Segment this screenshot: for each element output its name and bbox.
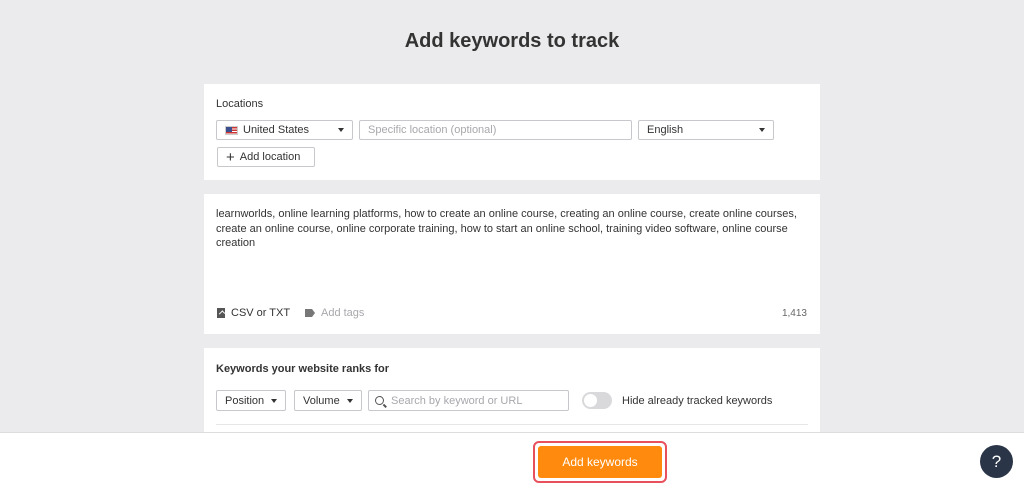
csv-label: CSV or TXT	[231, 307, 291, 319]
position-dropdown[interactable]: Position	[216, 390, 287, 411]
divider	[216, 424, 808, 425]
country-value: United States	[243, 124, 310, 136]
file-upload-icon	[217, 308, 225, 318]
locations-card: Locations United States Specific locatio…	[204, 84, 820, 180]
chevron-down-icon	[759, 128, 765, 132]
volume-dropdown[interactable]: Volume	[294, 390, 362, 411]
page-title: Add keywords to track	[404, 30, 620, 52]
country-select[interactable]: United States	[216, 120, 353, 140]
plus-icon: +	[226, 148, 235, 166]
bottom-bar: Add keywords ?	[0, 432, 1024, 488]
specific-location-placeholder: Specific location (optional)	[368, 124, 497, 136]
tag-icon	[305, 309, 315, 317]
position-label: Position	[225, 394, 265, 407]
character-count: 1,413	[781, 308, 807, 319]
help-button[interactable]: ?	[980, 445, 1013, 478]
tags-label: Add tags	[321, 307, 365, 319]
specific-location-input[interactable]: Specific location (optional)	[359, 120, 632, 140]
add-location-button[interactable]: + Add location	[217, 147, 315, 167]
csv-upload-button[interactable]: CSV or TXT	[217, 307, 290, 319]
language-value: English	[647, 124, 684, 136]
ranks-card: Keywords your website ranks for Position…	[204, 348, 820, 438]
volume-label: Volume	[303, 394, 340, 407]
keyword-search-input[interactable]: Search by keyword or URL	[368, 390, 569, 411]
us-flag-icon	[225, 125, 238, 135]
keywords-textarea[interactable]: learnworlds, online learning platforms, …	[216, 207, 806, 251]
search-icon	[375, 396, 384, 405]
search-placeholder: Search by keyword or URL	[391, 394, 523, 407]
ranks-title: Keywords your website ranks for	[216, 363, 389, 375]
language-select[interactable]: English	[638, 120, 774, 140]
add-keywords-button[interactable]: Add keywords	[538, 446, 662, 478]
hide-tracked-label: Hide already tracked keywords	[622, 395, 773, 407]
keywords-card: learnworlds, online learning platforms, …	[204, 194, 820, 334]
chevron-down-icon	[346, 398, 353, 403]
chevron-down-icon	[271, 398, 278, 403]
add-keywords-highlight: Add keywords	[533, 441, 667, 483]
locations-label: Locations	[216, 98, 264, 110]
add-tags-button[interactable]: Add tags	[305, 307, 364, 319]
chevron-down-icon	[338, 128, 344, 132]
toggle-knob	[584, 394, 597, 407]
add-location-label: Add location	[239, 151, 301, 163]
hide-tracked-toggle[interactable]	[582, 392, 612, 409]
